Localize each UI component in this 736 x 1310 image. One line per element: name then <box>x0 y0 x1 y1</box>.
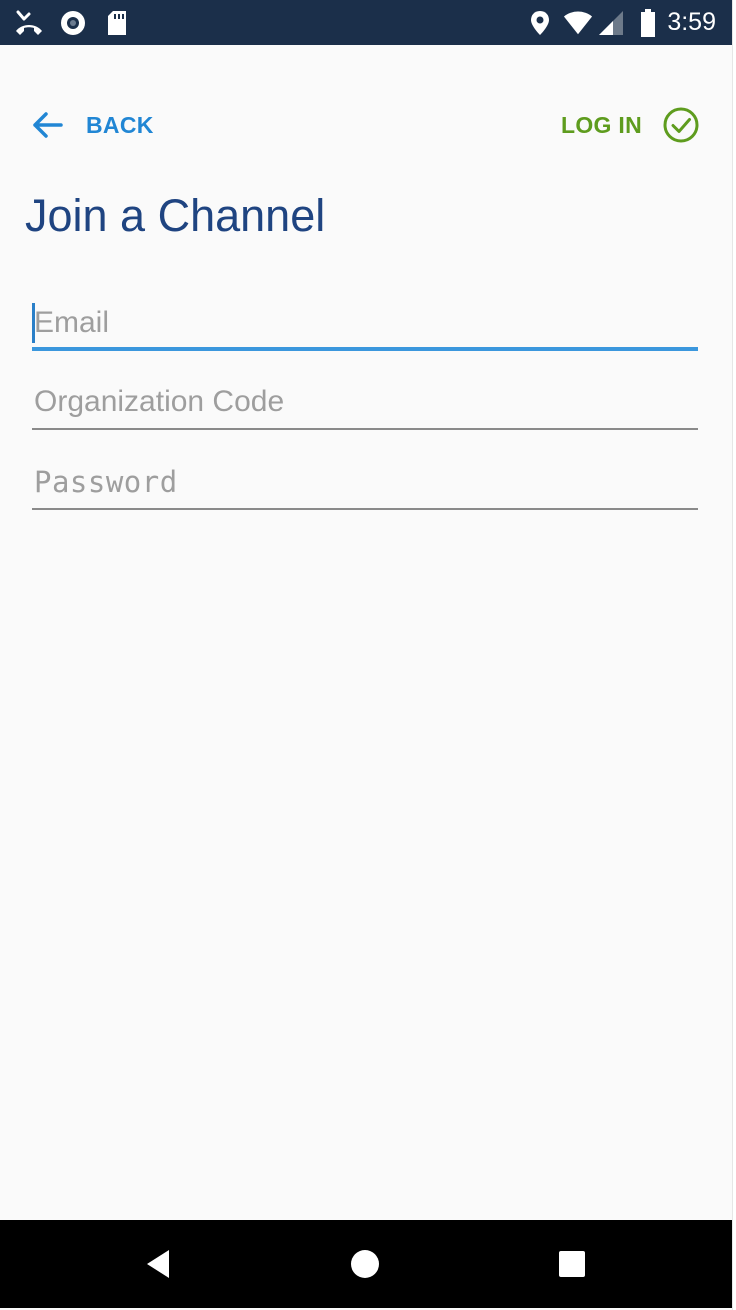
status-bar: 3:59 <box>0 0 732 45</box>
top-action-bar: BACK LOG IN <box>0 99 732 149</box>
page-title: Join a Channel <box>25 190 326 241</box>
login-label: LOG IN <box>560 111 642 138</box>
text-cursor <box>32 303 35 343</box>
location-icon <box>525 8 555 38</box>
email-field[interactable] <box>32 299 698 347</box>
recents-square-icon[interactable] <box>550 1242 594 1286</box>
email-underline <box>32 347 698 351</box>
password-field-container <box>32 458 698 510</box>
record-icon <box>58 8 88 38</box>
wifi-icon <box>563 8 593 38</box>
organization-code-field[interactable] <box>32 378 698 426</box>
status-time: 3:59 <box>667 8 716 36</box>
arrow-left-icon <box>30 110 64 140</box>
login-button[interactable]: LOG IN <box>561 103 700 147</box>
email-field-container <box>32 299 698 351</box>
org-code-field-container <box>32 378 698 430</box>
org-code-underline <box>32 428 698 430</box>
back-label: BACK <box>86 111 154 138</box>
back-button[interactable]: BACK <box>30 105 154 145</box>
sd-card-icon <box>102 8 132 38</box>
password-underline <box>32 508 698 510</box>
check-circle-icon <box>662 106 700 144</box>
system-nav-bar <box>0 1220 732 1308</box>
signal-icon <box>595 8 625 38</box>
window-edge <box>732 0 736 1310</box>
home-circle-icon[interactable] <box>343 1242 387 1286</box>
password-field[interactable] <box>32 458 698 506</box>
battery-icon <box>633 8 663 38</box>
back-triangle-icon[interactable] <box>136 1242 180 1286</box>
main-content: BACK LOG IN Join a Channel <box>0 45 732 1220</box>
missed-call-icon <box>14 8 44 38</box>
